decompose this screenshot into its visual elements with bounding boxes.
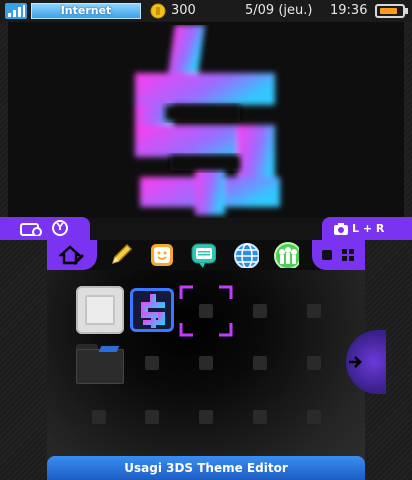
- globe-icon[interactable]: [233, 242, 259, 268]
- l-r-shortcut-label: L + R: [352, 222, 385, 235]
- message-icon[interactable]: [190, 242, 216, 268]
- pencil-icon[interactable]: [108, 242, 134, 268]
- top-screen: [0, 0, 412, 218]
- bottom-left-edge: [0, 240, 47, 480]
- top-left-edge: [0, 22, 8, 218]
- grid-view-icon: [342, 249, 354, 261]
- battery-tip: [405, 8, 408, 14]
- clock-display: 19:36: [330, 3, 368, 18]
- screenshot-tab[interactable]: L + R: [322, 217, 412, 240]
- folder-icon[interactable]: [76, 344, 124, 384]
- camera-tab[interactable]: Y: [0, 217, 90, 240]
- empty-slot[interactable]: [307, 304, 321, 318]
- connection-status: Internet: [31, 3, 141, 19]
- usagi-theme-editor-app-icon[interactable]: [130, 288, 174, 332]
- top-right-edge: [404, 22, 412, 218]
- empty-slot[interactable]: [307, 356, 321, 370]
- empty-slot[interactable]: [307, 410, 321, 424]
- empty-slot[interactable]: [253, 410, 267, 424]
- y-button-icon: Y: [52, 220, 68, 236]
- single-view-icon: [322, 250, 332, 260]
- coin-count: 300: [171, 3, 196, 18]
- empty-slot[interactable]: [199, 356, 213, 370]
- view-mode-toggle[interactable]: [312, 240, 365, 270]
- coin-icon: [150, 3, 166, 19]
- smiley-icon[interactable]: [149, 242, 175, 268]
- empty-slot[interactable]: [145, 410, 159, 424]
- battery-level: [380, 8, 397, 14]
- empty-slot[interactable]: [199, 304, 213, 318]
- date-display: 5/09 (jeu.): [245, 3, 313, 18]
- empty-slot[interactable]: [253, 356, 267, 370]
- battery-icon: [375, 4, 405, 18]
- camera-icon: [20, 223, 42, 236]
- empty-slot[interactable]: [92, 410, 106, 424]
- usagi-logo-icon: [141, 294, 165, 328]
- arrow-right-icon: [349, 356, 362, 368]
- friends-icon[interactable]: [273, 242, 299, 268]
- theme-logo-preview: [135, 25, 280, 215]
- empty-slot[interactable]: [199, 410, 213, 424]
- home-edit-icon: [59, 245, 85, 266]
- camera-icon: [334, 223, 348, 235]
- home-settings-button[interactable]: [47, 240, 97, 270]
- empty-slot[interactable]: [253, 304, 267, 318]
- signal-strength-icon: [5, 3, 27, 19]
- selected-app-title: Usagi 3DS Theme Editor: [47, 456, 365, 480]
- empty-slot[interactable]: [145, 356, 159, 370]
- blank-app-icon[interactable]: [76, 286, 124, 334]
